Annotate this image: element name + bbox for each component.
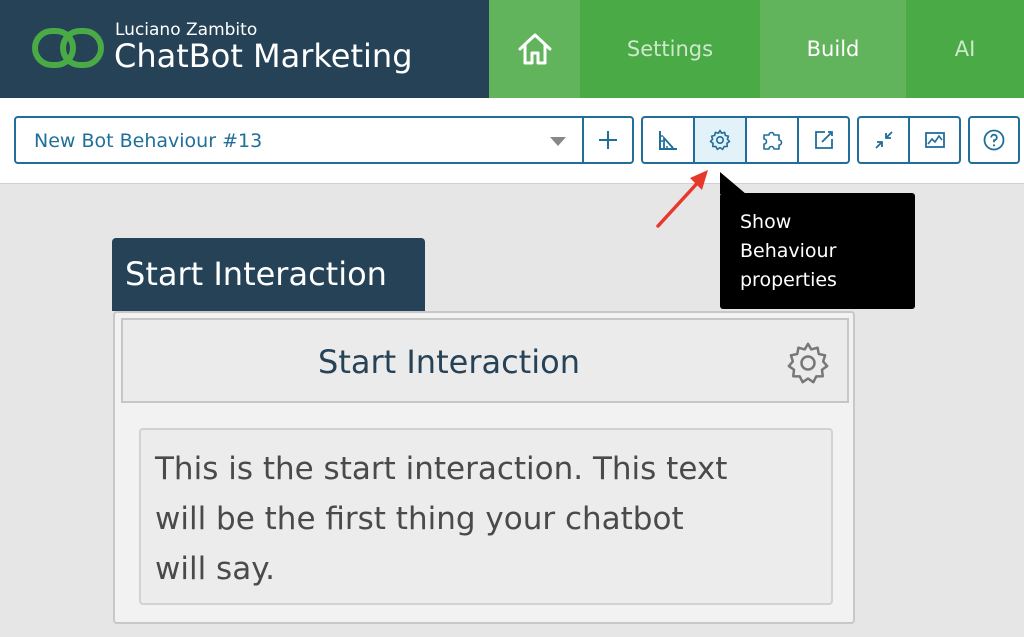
node-tab-label[interactable]: Start Interaction <box>112 238 425 311</box>
gear-icon <box>709 129 731 151</box>
interaction-node[interactable]: Start Interaction This is the start inte… <box>113 311 855 624</box>
nav-tab-settings[interactable]: Settings <box>580 0 760 98</box>
tooltip: Show Behaviour properties <box>720 193 915 309</box>
node-message-text[interactable]: This is the start interaction. This text… <box>139 428 833 605</box>
brand-app-name: ChatBot Marketing <box>114 37 413 75</box>
message-line: will say. <box>155 551 275 587</box>
analytics-button[interactable] <box>908 116 961 164</box>
edit-icon <box>814 131 833 149</box>
tooltip-line: properties <box>740 269 837 291</box>
plus-icon <box>599 131 617 149</box>
gear-icon[interactable] <box>785 340 831 386</box>
message-line: This is the start interaction. This text <box>155 451 728 487</box>
brand: Luciano Zambito ChatBot Marketing <box>0 0 489 98</box>
behaviour-properties-button[interactable] <box>693 116 747 164</box>
nav-home-button[interactable] <box>489 0 580 98</box>
collapse-icon <box>874 131 893 149</box>
home-icon <box>518 33 551 65</box>
collapse-button[interactable] <box>857 116 910 164</box>
tooltip-line: Behaviour <box>740 240 837 262</box>
node-title: Start Interaction <box>318 343 580 381</box>
behaviour-select[interactable]: New Bot Behaviour #13 <box>14 116 584 164</box>
message-line: will be the first thing your chatbot <box>155 501 684 537</box>
puzzle-icon <box>763 131 783 150</box>
ruler-icon <box>659 131 677 150</box>
nav-tab-build[interactable]: Build <box>760 0 906 98</box>
edit-button[interactable] <box>797 116 850 164</box>
logo-icon <box>32 28 104 68</box>
node-header: Start Interaction <box>121 318 849 403</box>
app-header: Luciano Zambito ChatBot Marketing Settin… <box>0 0 1024 98</box>
ruler-button[interactable] <box>641 116 695 164</box>
add-behaviour-button[interactable] <box>582 116 634 164</box>
tooltip-pointer <box>720 172 746 194</box>
tooltip-line: Show <box>740 211 792 233</box>
annotation-arrow-icon <box>656 170 708 228</box>
chart-icon <box>924 132 945 148</box>
plugins-button[interactable] <box>745 116 799 164</box>
help-icon <box>983 129 1005 151</box>
nav-tab-ai[interactable]: AI <box>906 0 1024 98</box>
toolbar: New Bot Behaviour #13 <box>0 98 1024 184</box>
chevron-down-icon <box>550 137 566 146</box>
help-button[interactable] <box>968 116 1020 164</box>
behaviour-select-value: New Bot Behaviour #13 <box>34 130 263 152</box>
